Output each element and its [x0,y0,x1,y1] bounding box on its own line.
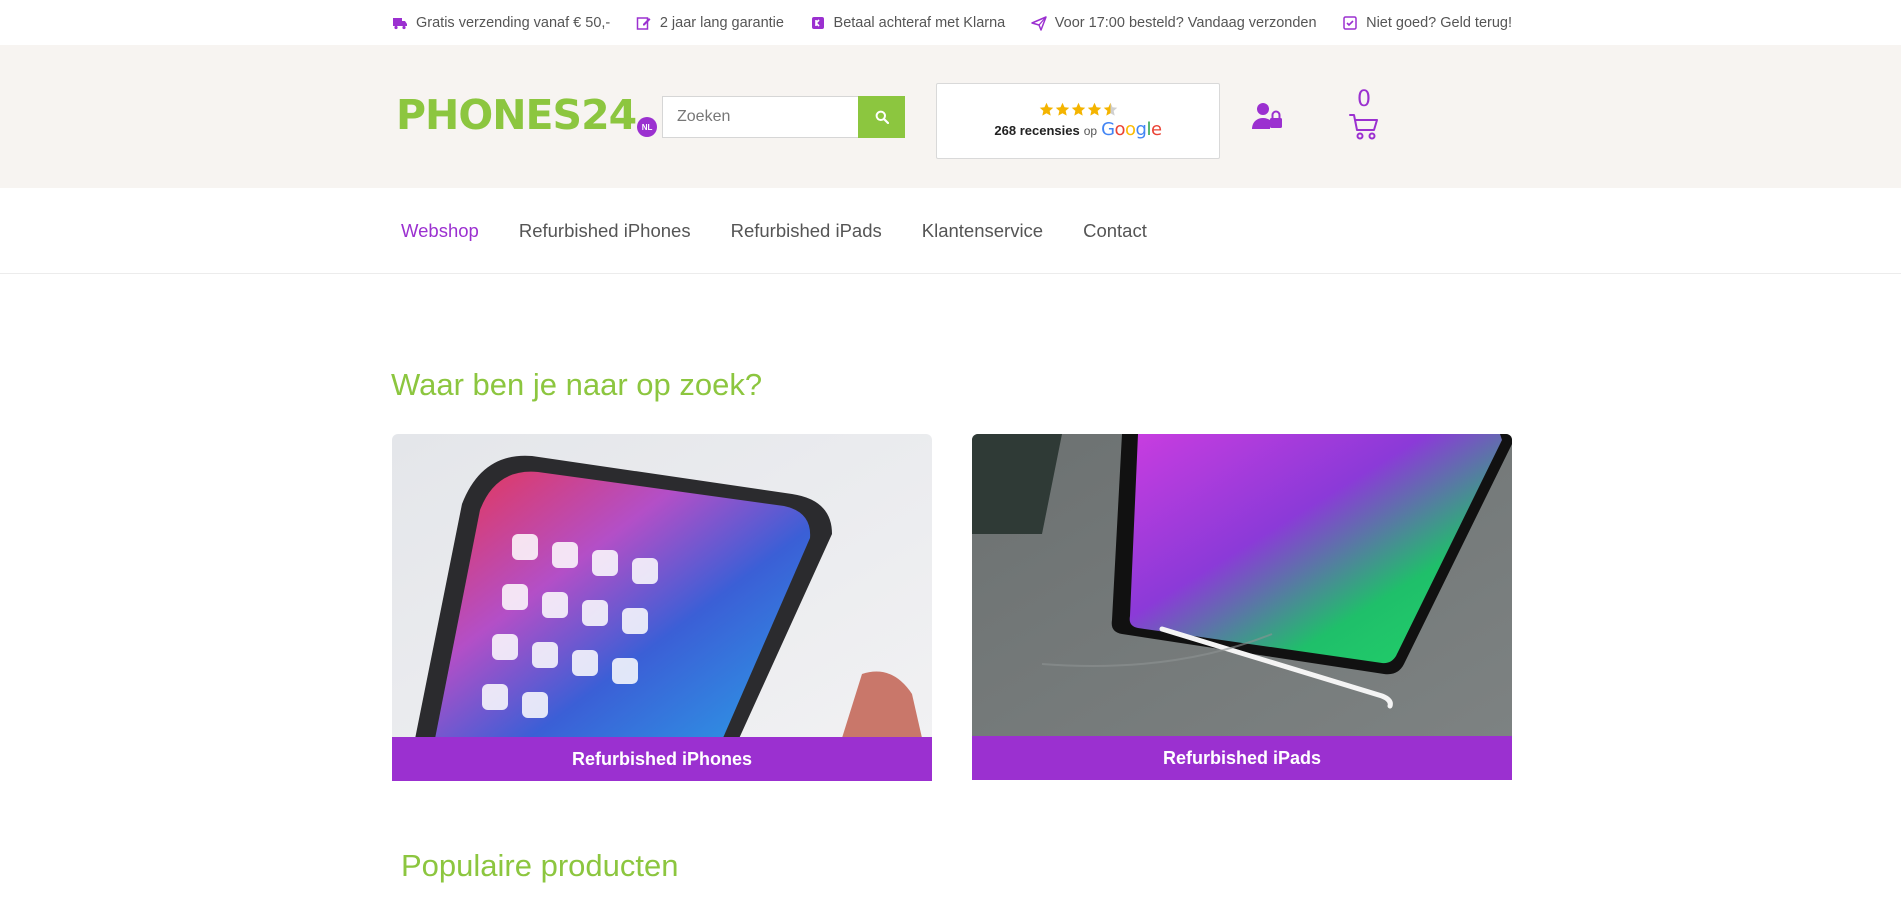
search-bar [662,96,905,138]
edit-icon [636,16,651,30]
nav-item-contact[interactable]: Contact [1083,220,1147,242]
user-lock-icon [1252,103,1282,129]
star-icon [1039,102,1053,116]
categories-title: Waar ben je naar op zoek? [391,367,763,402]
google-logo: Google [1101,119,1162,140]
popular-products-title: Populaire producten [401,848,679,883]
usp-text: Niet goed? Geld terug! [1366,14,1512,31]
truck-icon [393,17,407,29]
iphone-photo [392,434,932,738]
search-icon [875,110,889,124]
account-button[interactable] [1252,101,1284,131]
usp-text: 2 jaar lang garantie [659,14,784,31]
cart-button[interactable]: 0 [1344,89,1384,147]
star-half-icon [1103,102,1117,116]
reviews-line: 268 recensies op Google [994,119,1162,140]
star-icon [1087,102,1101,116]
check-square-icon [1343,15,1357,30]
cart-count: 0 [1357,87,1371,112]
rating-stars [1039,102,1118,117]
nav-item-refurbished-ipads[interactable]: Refurbished iPads [731,220,882,242]
nav-item-klantenservice[interactable]: Klantenservice [922,220,1043,242]
send-icon [1031,15,1047,31]
usp-text: Voor 17:00 besteld? Vandaag verzonden [1054,14,1317,31]
cart-icon [1349,114,1378,140]
review-count: 268 recensies [994,123,1080,138]
search-button[interactable] [858,96,905,138]
klarna-icon [811,16,824,29]
usp-item: 2 jaar lang garantie [636,15,784,31]
search-input[interactable] [662,96,858,138]
star-icon [1055,102,1069,116]
category-card-ipads[interactable]: Refurbished iPads [972,434,1512,780]
usp-text: Betaal achteraf met Klarna [833,14,1006,31]
ipad-photo [972,434,1512,738]
usp-bar: Gratis verzending vanaf € 50,- 2 jaar la… [0,0,1901,45]
category-card-iphones[interactable]: Refurbished iPhones [392,434,932,781]
review-op: op [1083,124,1098,138]
site-header: PHONES24 NL 268 recensies op Google [0,45,1901,188]
usp-item: Gratis verzending vanaf € 50,- [392,15,610,31]
logo-badge: NL [637,117,658,137]
site-logo[interactable]: PHONES24 NL [396,91,658,139]
usp-item: Voor 17:00 besteld? Vandaag verzonden [1031,15,1317,31]
usp-text: Gratis verzending vanaf € 50,- [416,14,611,31]
nav-item-webshop[interactable]: Webshop [401,220,479,242]
logo-text: PHONES24 [396,91,637,139]
category-label: Refurbished iPads [972,736,1512,780]
usp-item: Betaal achteraf met Klarna [810,14,1006,31]
category-label: Refurbished iPhones [392,737,932,781]
nav-item-refurbished-iphones[interactable]: Refurbished iPhones [519,220,691,242]
google-reviews-widget[interactable]: 268 recensies op Google [936,83,1220,159]
usp-item: Niet goed? Geld terug! [1342,15,1512,31]
main-nav: Webshop Refurbished iPhones Refurbished … [0,188,1901,274]
star-icon [1071,102,1085,116]
